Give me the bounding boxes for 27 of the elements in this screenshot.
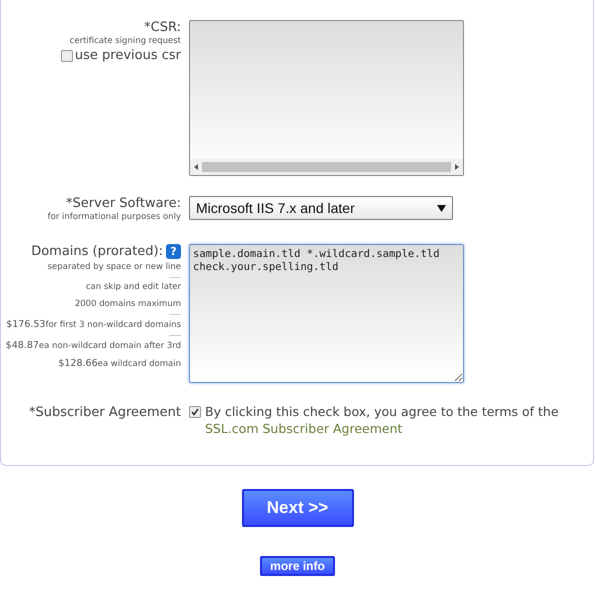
- horizontal-scrollbar[interactable]: [190, 159, 463, 175]
- csr-hint: certificate signing request: [70, 35, 181, 48]
- scroll-right-icon: [454, 164, 460, 170]
- subscriber-agreement-label: *Subscriber Agreement: [28, 405, 181, 420]
- domain-note: $176.53for first 3 non-wildcard domains: [6, 318, 181, 332]
- agreement-link[interactable]: SSL.com Subscriber Agreement: [205, 421, 402, 436]
- more-info-button[interactable]: more info: [260, 556, 335, 576]
- server-software-label: *Server Software:: [66, 196, 181, 211]
- next-button[interactable]: Next >>: [242, 489, 354, 527]
- checkmark-icon: [191, 408, 199, 416]
- domain-note: 2000 domains maximum: [74, 298, 181, 311]
- domain-note: $48.87ea non-wildcard domain after 3rd: [6, 339, 181, 353]
- server-software-select[interactable]: Microsoft IIS 7.x and later: [189, 196, 453, 220]
- domain-note: separated by space or new line: [48, 261, 181, 274]
- csr-text-area[interactable]: [189, 20, 464, 176]
- domains-text-area[interactable]: sample.domain.tld *.wildcard.sample.tld check.your.spelling.tld: [189, 244, 464, 383]
- domain-note: $128.66ea wildcard domain: [58, 357, 181, 371]
- dropdown-arrow-icon: [437, 204, 446, 212]
- agreement-checkbox[interactable]: [189, 406, 201, 418]
- server-software-hint: for informational purposes only: [48, 211, 181, 224]
- domains-label: Domains (prorated):: [31, 244, 163, 259]
- csr-label: *CSR:: [144, 20, 181, 35]
- help-icon[interactable]: ?: [166, 244, 181, 259]
- scroll-left-icon: [193, 164, 199, 170]
- domain-note: can skip and edit later: [86, 281, 181, 294]
- use-previous-csr-checkbox[interactable]: use previous csr: [60, 48, 181, 63]
- agreement-text: By clicking this check box, you agree to the terms of the SSL.com Subscriber Agreement: [205, 403, 559, 437]
